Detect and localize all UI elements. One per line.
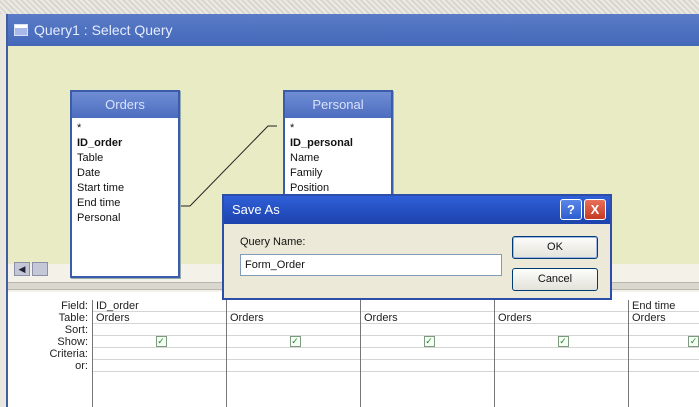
query-window-titlebar[interactable]: Query1 : Select Query	[8, 14, 699, 46]
grid-column[interactable]: Orders ✓	[360, 300, 494, 407]
help-icon[interactable]: ?	[560, 199, 582, 220]
query-name-input[interactable]: Form_Order	[240, 254, 502, 276]
criteria-cell[interactable]	[227, 348, 360, 360]
query-window-icon	[14, 24, 28, 36]
row-label-field: Field:	[61, 300, 88, 312]
orders-table-header[interactable]: Orders	[72, 92, 178, 118]
grid-column[interactable]: End time Orders ✓	[628, 300, 699, 407]
or-cell[interactable]	[93, 360, 226, 372]
orders-table[interactable]: Orders * ID_order Table Date Start time …	[70, 90, 180, 278]
field-cell[interactable]	[361, 300, 494, 312]
sort-cell[interactable]	[629, 324, 699, 336]
field-cell[interactable]: ID_order	[93, 300, 226, 312]
field-start-time[interactable]: Start time	[77, 181, 173, 196]
sort-cell[interactable]	[227, 324, 360, 336]
criteria-cell[interactable]	[93, 348, 226, 360]
grid-row-labels: Field: Table: Sort: Show: Criteria: or:	[8, 300, 92, 372]
field-family[interactable]: Family	[290, 166, 386, 181]
field-date[interactable]: Date	[77, 166, 173, 181]
row-label-show: Show:	[57, 336, 88, 348]
scroll-left-icon[interactable]: ◀	[14, 262, 30, 276]
grid-column[interactable]: Orders ✓	[494, 300, 628, 407]
criteria-cell[interactable]	[629, 348, 699, 360]
checkbox-icon[interactable]: ✓	[557, 336, 569, 347]
criteria-cell[interactable]	[495, 348, 628, 360]
save-as-dialog: Save As ? X Query Name: Form_Order OK Ca…	[222, 194, 612, 300]
criteria-cell[interactable]	[361, 348, 494, 360]
scroll-thumb[interactable]	[32, 262, 48, 276]
personal-table-header[interactable]: Personal	[285, 92, 391, 118]
horizontal-scrollbar[interactable]: ◀	[14, 262, 54, 280]
field-id-personal[interactable]: ID_personal	[290, 136, 386, 151]
row-label-or: or:	[75, 360, 88, 372]
table-cell[interactable]: Orders	[495, 312, 628, 324]
row-label-sort: Sort:	[64, 324, 88, 336]
cancel-button[interactable]: Cancel	[512, 268, 598, 291]
sort-cell[interactable]	[495, 324, 628, 336]
or-cell[interactable]	[495, 360, 628, 372]
field-id-order[interactable]: ID_order	[77, 136, 173, 151]
background-strip	[0, 0, 699, 14]
field-cell[interactable]: End time	[629, 300, 699, 312]
table-cell[interactable]: Orders	[227, 312, 360, 324]
close-icon[interactable]: X	[584, 199, 606, 220]
row-label-criteria: Criteria:	[49, 348, 88, 360]
window-title: Query1 : Select Query	[34, 22, 173, 38]
checkbox-icon[interactable]: ✓	[289, 336, 301, 347]
field-table[interactable]: Table	[77, 151, 173, 166]
or-cell[interactable]	[227, 360, 360, 372]
sort-cell[interactable]	[361, 324, 494, 336]
ok-button[interactable]: OK	[512, 236, 598, 259]
field-end-time[interactable]: End time	[77, 196, 173, 211]
field-cell[interactable]	[227, 300, 360, 312]
query-name-label: Query Name:	[240, 236, 306, 248]
table-cell[interactable]: Orders	[93, 312, 226, 324]
field-name[interactable]: Name	[290, 151, 386, 166]
table-cell[interactable]: Orders	[629, 312, 699, 324]
design-grid: Field: Table: Sort: Show: Criteria: or: …	[8, 292, 699, 407]
or-cell[interactable]	[629, 360, 699, 372]
checkbox-icon[interactable]: ✓	[423, 336, 435, 347]
grid-column[interactable]: ID_order Orders ✓	[92, 300, 226, 407]
field-all[interactable]: *	[77, 121, 173, 136]
checkbox-icon[interactable]: ✓	[155, 336, 167, 347]
row-label-table: Table:	[58, 312, 88, 324]
or-cell[interactable]	[361, 360, 494, 372]
checkbox-icon[interactable]: ✓	[688, 336, 699, 347]
dialog-title: Save As	[232, 202, 280, 217]
dialog-titlebar[interactable]: Save As ? X	[224, 196, 610, 224]
table-cell[interactable]: Orders	[361, 312, 494, 324]
field-personal[interactable]: Personal	[77, 211, 173, 226]
field-all[interactable]: *	[290, 121, 386, 136]
sort-cell[interactable]	[93, 324, 226, 336]
grid-column[interactable]: Orders ✓	[226, 300, 360, 407]
field-cell[interactable]	[495, 300, 628, 312]
